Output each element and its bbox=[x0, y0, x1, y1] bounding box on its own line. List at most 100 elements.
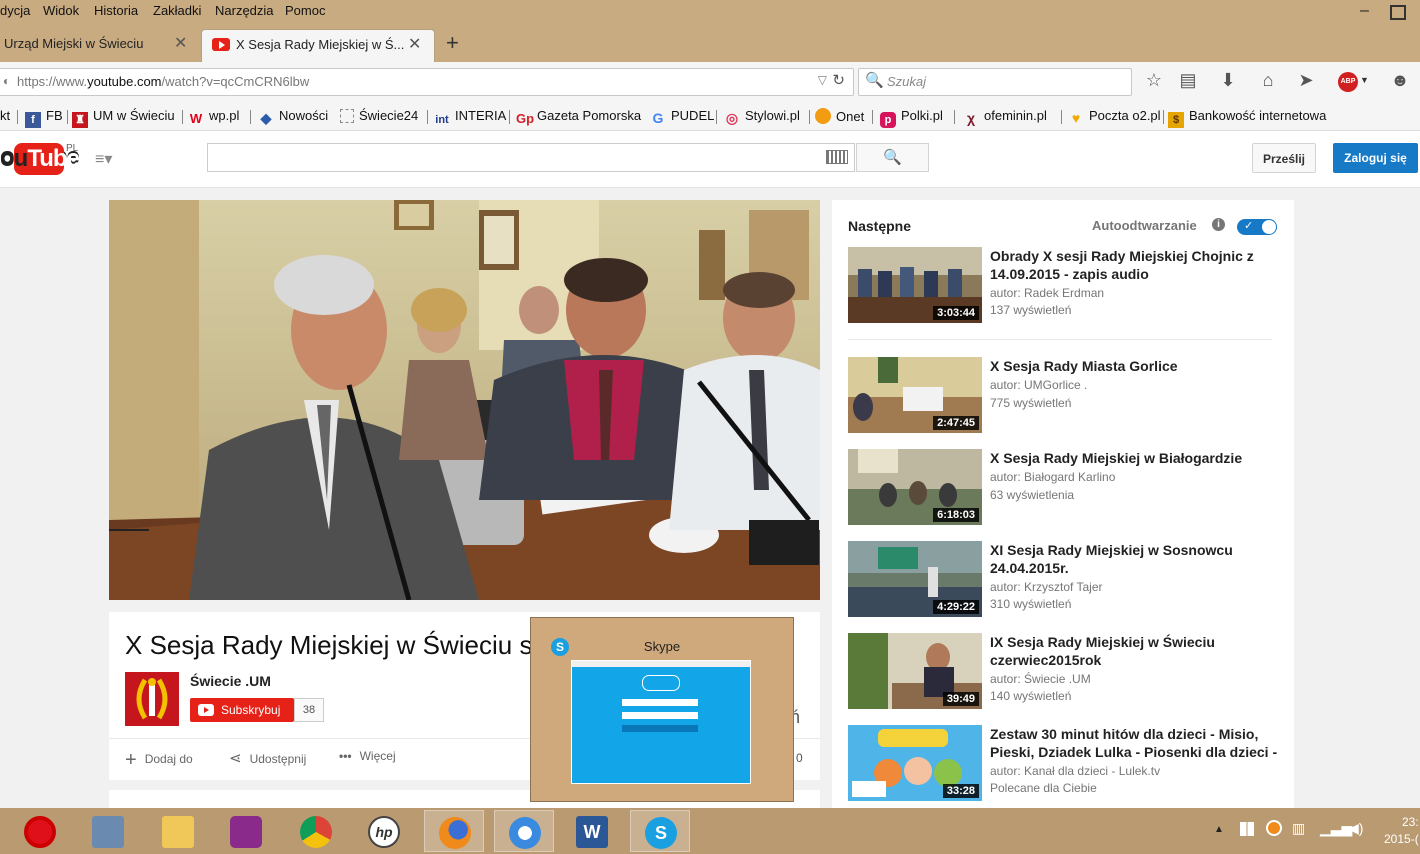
subscribe-button[interactable]: Subskrybuj bbox=[190, 698, 294, 722]
taskbar-app-active[interactable]: S bbox=[630, 810, 690, 852]
video-thumbnail[interactable]: 6:18:03 bbox=[848, 449, 982, 525]
search-bar[interactable]: 🔍 Szukaj bbox=[858, 68, 1132, 96]
related-video-title[interactable]: X Sesja Rady Miasta Gorlice bbox=[990, 357, 1280, 375]
related-video-views: 775 wyświetleń bbox=[990, 396, 1072, 410]
bookmark-item[interactable]: χ ofeminin.pl bbox=[963, 108, 1047, 126]
taskbar-app[interactable] bbox=[216, 810, 276, 852]
video-player[interactable] bbox=[109, 200, 820, 600]
taskbar-app-active[interactable] bbox=[494, 810, 554, 852]
send-icon[interactable]: ➤ bbox=[1294, 70, 1318, 91]
related-video-item[interactable]: 4:29:22 XI Sesja Rady Miejskiej w Sosnow… bbox=[848, 541, 1278, 621]
bookmark-item[interactable]: ◎ Stylowi.pl bbox=[724, 108, 800, 126]
taskbar-app-active[interactable] bbox=[424, 810, 484, 852]
related-video-title[interactable]: X Sesja Rady Miejskiej w Białogardzie bbox=[990, 449, 1280, 467]
related-video-item[interactable]: 33:28 Zestaw 30 minut hitów dla dzieci -… bbox=[848, 725, 1278, 805]
upload-button[interactable]: Prześlij bbox=[1252, 143, 1316, 173]
bookmark-item[interactable]: ♥ Poczta o2.pl bbox=[1068, 108, 1161, 126]
related-video-title[interactable]: IX Sesja Rady Miejskiej w Świeciu czerwi… bbox=[990, 633, 1280, 669]
chat-icon[interactable]: ☻ bbox=[1388, 70, 1412, 91]
bookmark-item[interactable]: Świecie24 bbox=[340, 108, 418, 123]
taskbar-app[interactable] bbox=[78, 810, 138, 852]
wp-icon: W bbox=[189, 111, 203, 126]
clock-time: 23: bbox=[1402, 815, 1419, 829]
share-icon: ⋖ bbox=[229, 750, 242, 767]
menu-help[interactable]: Pomoc bbox=[285, 3, 325, 18]
related-video-title[interactable]: Zestaw 30 minut hitów dla dzieci - Misio… bbox=[990, 725, 1280, 761]
related-video-item[interactable]: 39:49 IX Sesja Rady Miejskiej w Świeciu … bbox=[848, 633, 1278, 713]
skype-taskbar-preview[interactable]: S Skype bbox=[530, 617, 794, 802]
bookmark-item[interactable]: G PUDEL bbox=[650, 108, 715, 126]
taskbar-app[interactable] bbox=[148, 810, 208, 852]
menu-bookmarks[interactable]: Zakładki bbox=[153, 3, 201, 18]
chevron-down-icon[interactable]: ▼ bbox=[1360, 75, 1369, 85]
bookmark-item[interactable]: Onet bbox=[815, 108, 864, 124]
youtube-search-input[interactable] bbox=[207, 143, 855, 172]
bookmark-item[interactable]: Wwp.pl bbox=[188, 108, 240, 127]
minimize-icon[interactable]: – bbox=[1360, 2, 1369, 20]
signin-button[interactable]: Zaloguj się bbox=[1333, 143, 1418, 173]
bookmark-item[interactable]: $ Bankowość internetowa bbox=[1168, 108, 1326, 128]
taskbar-app[interactable]: W bbox=[562, 810, 622, 852]
bookmark-item[interactable]: p Polki.pl bbox=[880, 108, 943, 128]
reading-list-icon[interactable]: ▤ bbox=[1176, 70, 1200, 91]
info-icon[interactable]: i bbox=[1212, 218, 1225, 231]
related-video-item[interactable]: 2:47:45 X Sesja Rady Miasta Gorlice auto… bbox=[848, 357, 1278, 437]
youtube-search-button[interactable]: 🔍 bbox=[856, 143, 929, 172]
volume-icon[interactable]: ◀) bbox=[1348, 820, 1363, 837]
url-bar[interactable]: ◐ https://www.youtube.com/watch?v=qcCmCR… bbox=[0, 68, 854, 96]
channel-avatar[interactable] bbox=[125, 672, 179, 726]
related-video-title[interactable]: Obrady X sesji Rady Miejskiej Chojnic z … bbox=[990, 247, 1280, 283]
windows-flag-icon[interactable] bbox=[1240, 822, 1254, 836]
video-thumbnail[interactable]: 3:03:44 bbox=[848, 247, 982, 323]
video-thumbnail[interactable]: 39:49 bbox=[848, 633, 982, 709]
channel-name[interactable]: Świecie .UM bbox=[190, 673, 271, 689]
keyboard-icon[interactable] bbox=[826, 150, 848, 164]
taskbar-app[interactable] bbox=[10, 810, 70, 852]
search-engine-icon[interactable]: 🔍 bbox=[865, 71, 884, 89]
star-bookmark-icon[interactable]: ☆ bbox=[1142, 70, 1166, 91]
video-thumbnail[interactable]: 33:28 bbox=[848, 725, 982, 801]
related-video-title[interactable]: XI Sesja Rady Miejskiej w Sosnowcu 24.04… bbox=[990, 541, 1280, 577]
video-thumbnail[interactable]: 2:47:45 bbox=[848, 357, 982, 433]
youtube-favicon-icon bbox=[212, 38, 230, 51]
tab-youtube-video[interactable]: X Sesja Rady Miejskiej w Ś... ✕ bbox=[201, 29, 435, 62]
network-adapter-icon[interactable]: ▥ bbox=[1292, 820, 1305, 837]
new-tab-button[interactable]: + bbox=[446, 30, 459, 56]
bookmark-item[interactable]: int INTERIA bbox=[434, 108, 506, 128]
dropdown-arrow-icon[interactable]: ▽ bbox=[818, 73, 827, 87]
bookmark-item[interactable]: ◆ Nowości bbox=[258, 108, 329, 126]
taskbar-app[interactable] bbox=[286, 810, 346, 852]
restore-icon[interactable] bbox=[1390, 5, 1406, 20]
more-button[interactable]: ••• Więcej bbox=[339, 749, 396, 763]
menu-history[interactable]: Historia bbox=[94, 3, 138, 18]
autoplay-toggle[interactable]: ✓ bbox=[1237, 219, 1277, 235]
guide-menu-icon[interactable]: ≡▾ bbox=[95, 149, 112, 169]
close-tab-icon[interactable]: ✕ bbox=[174, 29, 187, 59]
related-video-item[interactable]: 6:18:03 X Sesja Rady Miejskiej w Białoga… bbox=[848, 449, 1278, 529]
download-icon[interactable]: ⬇ bbox=[1216, 70, 1240, 91]
home-icon[interactable]: ⌂ bbox=[1256, 70, 1280, 91]
bookmark-item[interactable]: Gp Gazeta Pomorska bbox=[516, 108, 641, 127]
bookmark-item[interactable]: kt bbox=[0, 108, 10, 123]
menu-view[interactable]: Widok bbox=[43, 3, 79, 18]
tab-urzad[interactable]: Urząd Miejski w Świeciu ✕ bbox=[0, 29, 198, 61]
taskbar-app[interactable]: hp bbox=[354, 810, 414, 852]
add-to-button[interactable]: + Dodaj do bbox=[125, 749, 193, 772]
share-button[interactable]: ⋖ Udostępnij bbox=[229, 749, 306, 767]
tray-expand-icon[interactable]: ▲ bbox=[1214, 824, 1224, 835]
bookmark-item[interactable]: ♜ UM w Świeciu bbox=[72, 108, 175, 128]
close-tab-icon[interactable]: ✕ bbox=[408, 30, 421, 60]
menu-edit[interactable]: dycja bbox=[0, 3, 30, 18]
adblock-icon[interactable]: ABP bbox=[1338, 72, 1358, 92]
menu-tools[interactable]: Narzędzia bbox=[215, 3, 274, 18]
hp-icon: hp bbox=[368, 816, 400, 848]
bookmark-item[interactable]: f FB bbox=[25, 108, 63, 128]
avast-icon[interactable] bbox=[1266, 820, 1282, 836]
skype-preview-title: Skype bbox=[643, 639, 681, 654]
youtube-logo-text[interactable]: ouTube bbox=[0, 143, 80, 175]
o2-icon: ♥ bbox=[1071, 110, 1081, 126]
reload-icon[interactable]: ↻ bbox=[832, 71, 845, 89]
video-thumbnail[interactable]: 4:29:22 bbox=[848, 541, 982, 617]
clock[interactable]: 23: 2015-( bbox=[1384, 814, 1419, 848]
related-video-item[interactable]: 3:03:44 Obrady X sesji Rady Miejskiej Ch… bbox=[848, 247, 1278, 327]
